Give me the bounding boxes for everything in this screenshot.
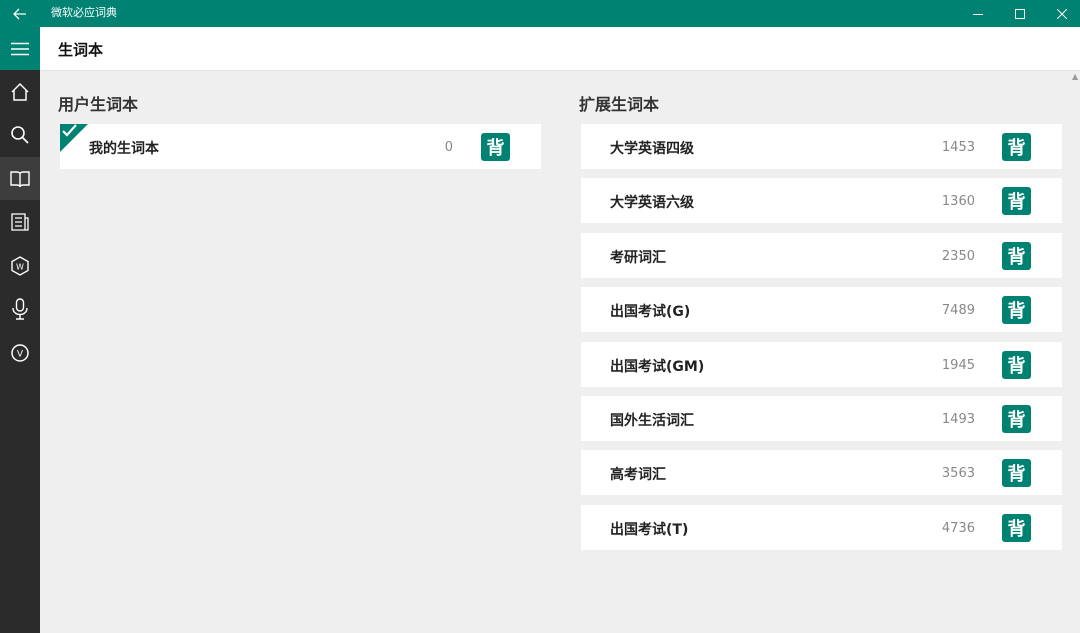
microphone-icon xyxy=(12,297,28,320)
wordbook-name: 我的生词本 xyxy=(89,141,159,157)
recite-button[interactable]: 背 xyxy=(1002,351,1031,379)
recite-button[interactable]: 背 xyxy=(1002,296,1031,324)
nav-v[interactable]: V xyxy=(0,331,40,374)
nav-home[interactable] xyxy=(0,70,40,113)
wordbook-name: 出国考试(GM) xyxy=(610,359,705,375)
nav-w[interactable]: W xyxy=(0,244,40,287)
recite-button[interactable]: 背 xyxy=(1002,405,1031,433)
list-item[interactable]: 出国考试(GM) 1945 背 xyxy=(581,342,1062,387)
hamburger-icon xyxy=(11,42,29,55)
minimize-button[interactable] xyxy=(957,0,999,27)
list-item[interactable]: 大学英语四级 1453 背 xyxy=(581,124,1062,169)
list-item[interactable]: 高考词汇 3563 背 xyxy=(581,450,1062,495)
wordbook-name: 大学英语六级 xyxy=(610,195,694,211)
v-badge-icon: V xyxy=(11,343,29,362)
close-button[interactable] xyxy=(1041,0,1080,27)
page-title: 生词本 xyxy=(58,41,104,59)
maximize-button[interactable] xyxy=(999,0,1041,27)
nav-news[interactable] xyxy=(0,200,40,243)
word-count: 2350 xyxy=(941,249,975,264)
wordbook-name: 出国考试(T) xyxy=(610,522,689,538)
word-count: 7489 xyxy=(941,303,975,318)
recite-button[interactable]: 背 xyxy=(1002,459,1031,487)
word-count: 3563 xyxy=(941,466,975,481)
nav-voice[interactable] xyxy=(0,287,40,330)
news-icon xyxy=(11,212,29,231)
svg-text:W: W xyxy=(16,262,24,271)
close-icon xyxy=(1057,8,1067,19)
back-button[interactable] xyxy=(0,0,40,27)
home-icon xyxy=(11,82,29,101)
app-title: 微软必应词典 xyxy=(51,6,117,19)
scroll-up-icon[interactable]: ▲ xyxy=(1072,72,1078,81)
word-count: 1453 xyxy=(941,140,975,155)
list-item[interactable]: 出国考试(T) 4736 背 xyxy=(581,505,1062,550)
menu-button[interactable] xyxy=(0,27,40,70)
list-item[interactable]: 出国考试(G) 7489 背 xyxy=(581,287,1062,332)
w-badge-icon: W xyxy=(11,255,29,276)
nav-wordbook[interactable] xyxy=(0,157,40,200)
word-count: 1493 xyxy=(941,412,975,427)
maximize-icon xyxy=(1015,8,1025,19)
word-count: 0 xyxy=(444,140,453,155)
wordbook-name: 出国考试(G) xyxy=(610,304,691,320)
recite-button[interactable]: 背 xyxy=(1002,133,1031,161)
word-count: 4736 xyxy=(941,521,975,536)
recite-button[interactable]: 背 xyxy=(481,133,510,161)
page-header: 生词本 xyxy=(40,27,1080,71)
list-item[interactable]: 国外生活词汇 1493 背 xyxy=(581,396,1062,441)
svg-text:V: V xyxy=(17,349,24,359)
list-item[interactable]: 大学英语六级 1360 背 xyxy=(581,178,1062,223)
list-item[interactable]: 我的生词本 0 背 xyxy=(60,124,541,169)
nav-search[interactable] xyxy=(0,113,40,156)
word-count: 1945 xyxy=(941,358,975,373)
wordbook-name: 大学英语四级 xyxy=(610,141,694,157)
search-icon xyxy=(11,125,29,144)
recite-button[interactable]: 背 xyxy=(1002,187,1031,215)
wordbook-name: 考研词汇 xyxy=(610,250,666,266)
ext-section-title: 扩展生词本 xyxy=(579,95,660,114)
book-icon xyxy=(10,170,30,187)
sidebar: W V xyxy=(0,27,40,633)
back-arrow-icon xyxy=(13,8,26,19)
word-count: 1360 xyxy=(941,194,975,209)
title-bar: 微软必应词典 xyxy=(0,0,1080,27)
wordbook-name: 高考词汇 xyxy=(610,467,666,483)
recite-button[interactable]: 背 xyxy=(1002,242,1031,270)
wordbook-name: 国外生活词汇 xyxy=(610,413,694,429)
list-item[interactable]: 考研词汇 2350 背 xyxy=(581,233,1062,278)
checkmark-icon xyxy=(62,124,77,137)
user-section-title: 用户生词本 xyxy=(58,95,139,114)
recite-button[interactable]: 背 xyxy=(1002,514,1031,542)
minimize-icon xyxy=(973,13,983,15)
